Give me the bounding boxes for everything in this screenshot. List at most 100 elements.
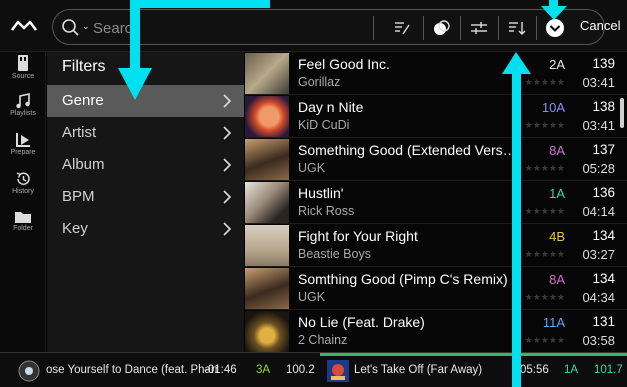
track-artist: UGK bbox=[298, 290, 326, 304]
filters-panel: Filters Genre Artist Album BPM Key bbox=[47, 52, 244, 352]
sort-button[interactable] bbox=[503, 18, 531, 38]
deck-left-bpm: 100.2 bbox=[286, 364, 315, 376]
prepare-toggle-button[interactable] bbox=[465, 18, 493, 38]
app-logo-icon[interactable] bbox=[10, 14, 38, 38]
filter-item-genre[interactable]: Genre bbox=[47, 85, 244, 117]
chevron-right-icon bbox=[223, 158, 232, 172]
track-key: 1A bbox=[549, 186, 565, 201]
track-bpm: 131 bbox=[592, 314, 615, 329]
track-artist: Beastie Boys bbox=[298, 247, 371, 261]
search-icon[interactable] bbox=[61, 18, 81, 38]
track-title: Somthing Good (Pimp C's Remix) bbox=[298, 271, 508, 287]
cancel-button[interactable]: Cancel bbox=[580, 18, 620, 33]
filter-label: BPM bbox=[62, 188, 95, 205]
search-dropdown-chevron-icon[interactable]: ⌄ bbox=[82, 21, 90, 32]
source-rail: Source Playlists Prepare History Folder bbox=[0, 52, 46, 352]
collapse-button[interactable] bbox=[541, 18, 569, 38]
filter-shape-button[interactable] bbox=[428, 18, 456, 38]
history-icon bbox=[16, 172, 30, 185]
track-length: 03:41 bbox=[582, 75, 615, 90]
track-bpm: 139 bbox=[592, 56, 615, 71]
toolbar-divider bbox=[460, 16, 461, 40]
track-key: 2A bbox=[549, 57, 565, 72]
rail-item-history[interactable]: History bbox=[0, 171, 46, 209]
album-art bbox=[245, 225, 289, 266]
track-row[interactable]: Somthing Good (Pimp C's Remix) UGK 8A ★★… bbox=[245, 267, 627, 310]
rail-label: Folder bbox=[13, 225, 33, 232]
album-art bbox=[245, 53, 289, 94]
track-length: 03:41 bbox=[582, 118, 615, 133]
track-row[interactable]: Something Good (Extended Vers… UGK 8A ★★… bbox=[245, 138, 627, 181]
chevron-right-icon bbox=[223, 126, 232, 140]
track-bpm: 134 bbox=[592, 228, 615, 243]
rail-label: Source bbox=[11, 73, 35, 80]
deck-left-disc-icon[interactable] bbox=[18, 360, 40, 382]
rail-item-playlists[interactable]: Playlists bbox=[0, 93, 46, 131]
toolbar-divider bbox=[498, 16, 499, 40]
album-art bbox=[245, 311, 289, 352]
track-rating[interactable]: ★★★★★ bbox=[525, 206, 565, 217]
track-row[interactable]: Day n Nite KiD CuDi 10A ★★★★★ 138 03:41 bbox=[245, 95, 627, 138]
rail-item-prepare[interactable]: Prepare bbox=[0, 132, 46, 170]
rail-item-folder[interactable]: Folder bbox=[0, 210, 46, 248]
track-title: No Lie (Feat. Drake) bbox=[298, 314, 425, 330]
filters-title: Filters bbox=[62, 58, 106, 75]
album-art bbox=[245, 96, 289, 137]
track-title: Feel Good Inc. bbox=[298, 56, 390, 72]
track-rating[interactable]: ★★★★★ bbox=[525, 335, 565, 346]
deck-right-title: Let's Take Off (Far Away) bbox=[354, 364, 483, 376]
track-artist: UGK bbox=[298, 161, 326, 175]
top-toolbar: ⌄ Search Cancel bbox=[0, 0, 627, 52]
toggle-lines-icon bbox=[471, 22, 487, 34]
track-rating[interactable]: ★★★★★ bbox=[525, 292, 565, 303]
track-length: 03:58 bbox=[582, 333, 615, 348]
track-row[interactable]: Fight for Your Right Beastie Boys 4B ★★★… bbox=[245, 224, 627, 267]
chevron-down-circle-icon bbox=[546, 19, 564, 37]
chevron-right-icon bbox=[223, 222, 232, 236]
track-key: 8A bbox=[549, 272, 565, 287]
album-art bbox=[245, 268, 289, 309]
track-length: 05:28 bbox=[582, 161, 615, 176]
folder-icon bbox=[15, 212, 31, 223]
prepare-icon bbox=[16, 133, 30, 147]
rail-item-source[interactable]: Source bbox=[0, 54, 46, 92]
filter-label: Artist bbox=[62, 124, 97, 141]
track-key: 10A bbox=[541, 100, 565, 115]
deck-right-key: 1A bbox=[564, 364, 579, 376]
filter-item-album[interactable]: Album bbox=[47, 149, 244, 181]
track-row[interactable]: Feel Good Inc. Gorillaz 2A ★★★★★ 139 03:… bbox=[245, 52, 627, 95]
deck-right-album-art[interactable] bbox=[327, 360, 349, 382]
track-rating[interactable]: ★★★★★ bbox=[525, 249, 565, 260]
deck-left-title: ose Yourself to Dance (feat. Pharr bbox=[46, 364, 219, 376]
filter-item-bpm[interactable]: BPM bbox=[47, 181, 244, 213]
venn-circles-icon bbox=[434, 20, 450, 35]
playlists-icon bbox=[16, 93, 30, 109]
track-bpm: 136 bbox=[592, 185, 615, 200]
search-bar[interactable]: ⌄ bbox=[52, 9, 605, 45]
track-rating[interactable]: ★★★★★ bbox=[525, 163, 565, 174]
toolbar-divider bbox=[536, 16, 537, 40]
filter-label: Genre bbox=[62, 92, 104, 109]
track-key: 11A bbox=[542, 315, 565, 330]
deck-status-bar: ose Yourself to Dance (feat. Pharr -01:4… bbox=[0, 352, 627, 387]
track-artist: 2 Chainz bbox=[298, 333, 348, 347]
track-row[interactable]: No Lie (Feat. Drake) 2 Chainz 11A ★★★★★ … bbox=[245, 310, 627, 353]
album-art bbox=[245, 139, 289, 180]
track-rating[interactable]: ★★★★★ bbox=[525, 120, 565, 131]
track-title: Day n Nite bbox=[298, 99, 364, 115]
source-icon bbox=[18, 55, 28, 71]
track-artist: KiD CuDi bbox=[298, 118, 350, 132]
filter-item-key[interactable]: Key bbox=[47, 213, 244, 245]
sort-icon bbox=[509, 22, 526, 35]
track-bpm: 137 bbox=[592, 142, 615, 157]
chevron-right-icon bbox=[223, 190, 232, 204]
track-row[interactable]: Hustlin' Rick Ross 1A ★★★★★ 136 04:14 bbox=[245, 181, 627, 224]
chevron-right-icon bbox=[223, 94, 232, 108]
edit-list-button[interactable] bbox=[388, 18, 416, 38]
album-art bbox=[245, 182, 289, 223]
track-list-scrollbar[interactable] bbox=[620, 98, 624, 128]
track-bpm: 138 bbox=[592, 99, 615, 114]
track-rating[interactable]: ★★★★★ bbox=[525, 77, 565, 88]
filter-item-artist[interactable]: Artist bbox=[47, 117, 244, 149]
search-input[interactable] bbox=[93, 17, 293, 39]
